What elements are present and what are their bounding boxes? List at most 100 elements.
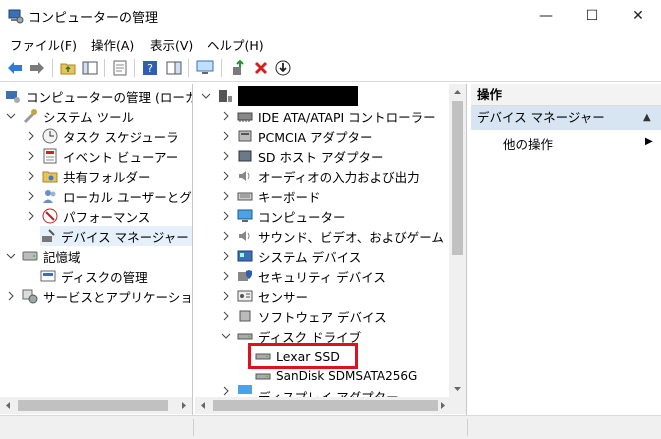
- other-operations-link[interactable]: 他の操作: [503, 134, 553, 153]
- chevron-right-icon[interactable]: [221, 171, 231, 181]
- tree-label: タスク スケジューラ: [63, 129, 179, 145]
- device-category[interactable]: センサー: [221, 286, 308, 306]
- status-bar: [0, 415, 661, 439]
- chevron-down-icon[interactable]: [201, 91, 211, 101]
- mid-vertical-scrollbar[interactable]: [449, 84, 466, 397]
- monitor-icon[interactable]: [196, 59, 214, 77]
- device-category[interactable]: システム デバイス: [221, 246, 361, 266]
- chevron-right-icon[interactable]: [221, 311, 231, 321]
- chevron-right-icon[interactable]: [221, 231, 231, 241]
- chevron-right-icon[interactable]: [221, 251, 231, 261]
- security-device-icon: [237, 268, 253, 284]
- chevron-right-icon[interactable]: [221, 151, 231, 161]
- device-category[interactable]: PCMCIA アダプター: [221, 126, 373, 146]
- actions-header: 操作: [471, 84, 661, 106]
- scroll-up-icon[interactable]: [453, 88, 462, 96]
- tree-local-users[interactable]: ローカル ユーザーとグ: [26, 186, 192, 206]
- chevron-right-icon[interactable]: [221, 291, 231, 301]
- toolbar: ?: [0, 54, 661, 82]
- actions-section-device-manager[interactable]: デバイス マネージャー ▲: [471, 106, 661, 130]
- device-category[interactable]: SD ホスト アダプター: [221, 146, 384, 166]
- shared-folder-icon: [42, 168, 58, 184]
- actions-pane: 操作 デバイス マネージャー ▲ 他の操作 ▶: [471, 84, 661, 415]
- menu-help[interactable]: ヘルプ(H): [207, 35, 264, 54]
- tree-shared-folders[interactable]: 共有フォルダー: [26, 166, 151, 186]
- chevron-right-icon[interactable]: [221, 191, 231, 201]
- scroll-right-icon[interactable]: [439, 401, 447, 410]
- chevron-right-icon[interactable]: [26, 171, 36, 181]
- device-tree-root[interactable]: [201, 86, 358, 106]
- tree-task-scheduler[interactable]: タスク スケジューラ: [26, 126, 179, 146]
- device-category[interactable]: キーボード: [221, 186, 321, 206]
- menu-action[interactable]: 操作(A): [91, 35, 134, 54]
- chevron-right-icon[interactable]: [26, 131, 36, 141]
- mid-horizontal-scrollbar[interactable]: [195, 397, 466, 414]
- device-category[interactable]: IDE ATA/ATAPI コントローラー: [221, 106, 436, 126]
- scroll-right-icon[interactable]: [180, 401, 188, 410]
- menu-file[interactable]: ファイル(F): [10, 35, 77, 54]
- forward-arrow-icon[interactable]: [28, 59, 46, 77]
- tree-disk-management[interactable]: ディスクの管理: [40, 266, 148, 286]
- chevron-right-icon[interactable]: [6, 291, 16, 301]
- chevron-right-icon[interactable]: [26, 151, 36, 161]
- chevron-right-icon[interactable]: [26, 211, 36, 221]
- uninstall-x-icon[interactable]: [252, 59, 270, 77]
- chevron-right-icon[interactable]: [221, 386, 231, 396]
- scroll-left-icon[interactable]: [199, 401, 207, 410]
- maximize-button[interactable]: ☐: [569, 0, 615, 32]
- device-category[interactable]: ソフトウェア デバイス: [221, 306, 387, 326]
- device-category-label: ソフトウェア デバイス: [258, 309, 387, 325]
- tree-services-apps[interactable]: サービスとアプリケーショ: [6, 286, 192, 306]
- close-button[interactable]: ✕: [615, 0, 661, 32]
- back-arrow-icon[interactable]: [6, 59, 24, 77]
- tree-storage[interactable]: 記憶域: [6, 246, 81, 266]
- device-category-label: センサー: [258, 289, 309, 305]
- help-icon[interactable]: ?: [141, 59, 159, 77]
- chevron-down-icon[interactable]: [221, 331, 231, 341]
- menu-view[interactable]: 表示(V): [150, 35, 193, 54]
- device-category[interactable]: オーディオの入力および出力: [221, 166, 420, 186]
- update-driver-icon[interactable]: [229, 59, 247, 77]
- computer-management-icon: [8, 8, 24, 24]
- chevron-down-icon[interactable]: [6, 111, 16, 121]
- expand-right-icon[interactable]: ▶: [645, 136, 653, 147]
- console-tree-icon[interactable]: [81, 59, 99, 77]
- properties-icon[interactable]: [111, 59, 129, 77]
- tree-event-viewer[interactable]: イベント ビューアー: [26, 146, 178, 166]
- collapse-up-icon[interactable]: ▲: [643, 106, 651, 130]
- tree-system-tools[interactable]: システム ツール: [6, 106, 134, 126]
- chevron-right-icon[interactable]: [221, 271, 231, 281]
- performance-icon: [42, 208, 58, 224]
- device-tree-pane: IDE ATA/ATAPI コントローラー PCMCIA アダプター SD ホス…: [195, 84, 467, 415]
- tree-device-manager[interactable]: デバイス マネージャー: [40, 226, 192, 246]
- pcmcia-icon: [237, 128, 253, 144]
- device-category-partial[interactable]: ディスプレイ アダプター: [221, 384, 399, 398]
- tree-root[interactable]: コンピューターの管理 (ローカ: [5, 86, 192, 106]
- services-icon: [22, 288, 38, 304]
- device-category[interactable]: コンピューター: [221, 206, 346, 226]
- device-label: SanDisk SDMSATA256G: [276, 369, 418, 383]
- left-horizontal-scrollbar[interactable]: [0, 397, 192, 414]
- chevron-right-icon[interactable]: [221, 131, 231, 141]
- tools-icon: [22, 108, 38, 124]
- scroll-thumb[interactable]: [213, 400, 438, 411]
- chevron-right-icon[interactable]: [221, 111, 231, 121]
- chevron-right-icon[interactable]: [221, 211, 231, 221]
- device-sandisk[interactable]: SanDisk SDMSATA256G: [255, 366, 417, 386]
- device-category[interactable]: サウンド、ビデオ、およびゲーム コ: [221, 226, 460, 246]
- chevron-right-icon[interactable]: [26, 191, 36, 201]
- device-category[interactable]: セキュリティ デバイス: [221, 266, 386, 286]
- device-category-label: SD ホスト アダプター: [258, 149, 384, 165]
- menu-bar: ファイル(F) 操作(A) 表示(V) ヘルプ(H): [0, 32, 661, 54]
- scroll-left-icon[interactable]: [4, 401, 12, 410]
- download-circle-icon[interactable]: [274, 59, 292, 77]
- scroll-thumb[interactable]: [452, 101, 463, 255]
- show-pane-icon[interactable]: [165, 59, 183, 77]
- scroll-down-icon[interactable]: [453, 385, 462, 393]
- minimize-button[interactable]: —: [523, 0, 569, 32]
- speaker-icon: [237, 168, 253, 184]
- up-folder-icon[interactable]: [59, 59, 77, 77]
- tree-performance[interactable]: パフォーマンス: [26, 206, 150, 226]
- scroll-thumb[interactable]: [18, 400, 168, 411]
- chevron-down-icon[interactable]: [6, 251, 16, 261]
